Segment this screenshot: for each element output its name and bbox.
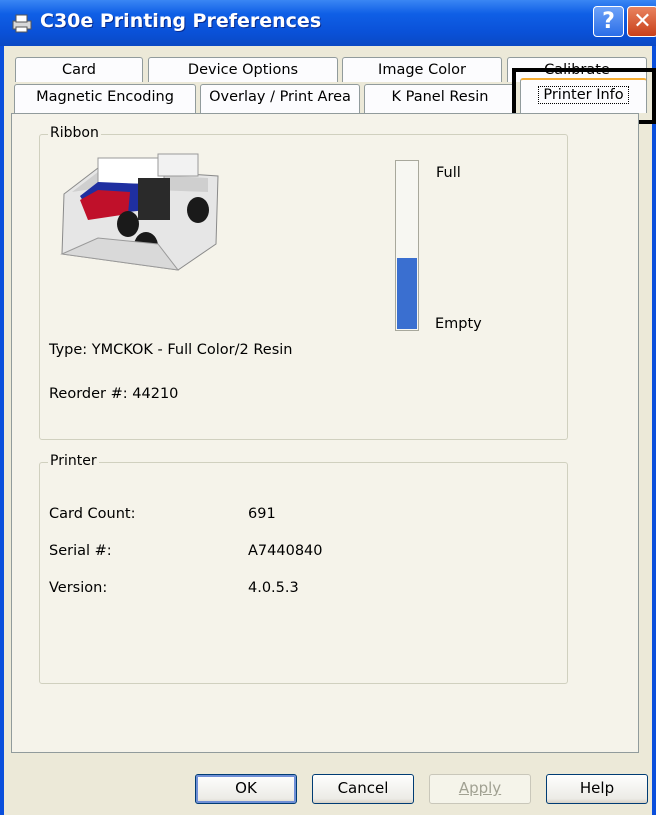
printer-group-label: Printer [48, 453, 99, 469]
cancel-button[interactable]: Cancel [312, 774, 414, 804]
tab-device-options[interactable]: Device Options [148, 57, 338, 82]
serial-number-label: Serial #: [49, 543, 112, 559]
title-bar[interactable]: C30e Printing Preferences ? ✕ [0, 0, 656, 46]
printer-icon [12, 14, 32, 33]
close-icon[interactable]: ✕ [627, 6, 656, 37]
ribbon-group-label: Ribbon [48, 125, 101, 141]
apply-button-label: Apply [458, 779, 502, 797]
ok-button[interactable]: OK [195, 774, 297, 804]
version-value: 4.0.5.3 [248, 580, 299, 596]
help-button[interactable]: Help [546, 774, 648, 804]
card-count-label: Card Count: [49, 506, 136, 522]
printer-group: Printer [39, 453, 568, 684]
tab-k-panel-resin[interactable]: K Panel Resin [364, 84, 516, 113]
ribbon-type-text: Type: YMCKOK - Full Color/2 Resin [49, 342, 293, 358]
help-title-button[interactable]: ? [593, 6, 624, 37]
tab-overlay-print-area[interactable]: Overlay / Print Area [200, 84, 360, 113]
apply-button[interactable]: Apply [429, 774, 531, 804]
tab-card[interactable]: Card [15, 57, 143, 82]
serial-number-value: A7440840 [248, 543, 323, 559]
ribbon-level-fill [397, 258, 417, 329]
window-title: C30e Printing Preferences [40, 10, 322, 32]
ribbon-reorder-text: Reorder #: 44210 [49, 386, 179, 402]
ribbon-level-gauge [395, 160, 419, 331]
ribbon-cartridge-image [60, 153, 219, 271]
version-label: Version: [49, 580, 108, 596]
ribbon-level-empty-label: Empty [435, 316, 482, 332]
tab-magnetic-encoding[interactable]: Magnetic Encoding [14, 84, 196, 113]
tab-image-color[interactable]: Image Color [342, 57, 502, 82]
ribbon-level-full-label: Full [436, 165, 461, 181]
card-count-value: 691 [248, 506, 276, 522]
dialog-window: C30e Printing Preferences ? ✕ Card Devic… [0, 0, 656, 815]
